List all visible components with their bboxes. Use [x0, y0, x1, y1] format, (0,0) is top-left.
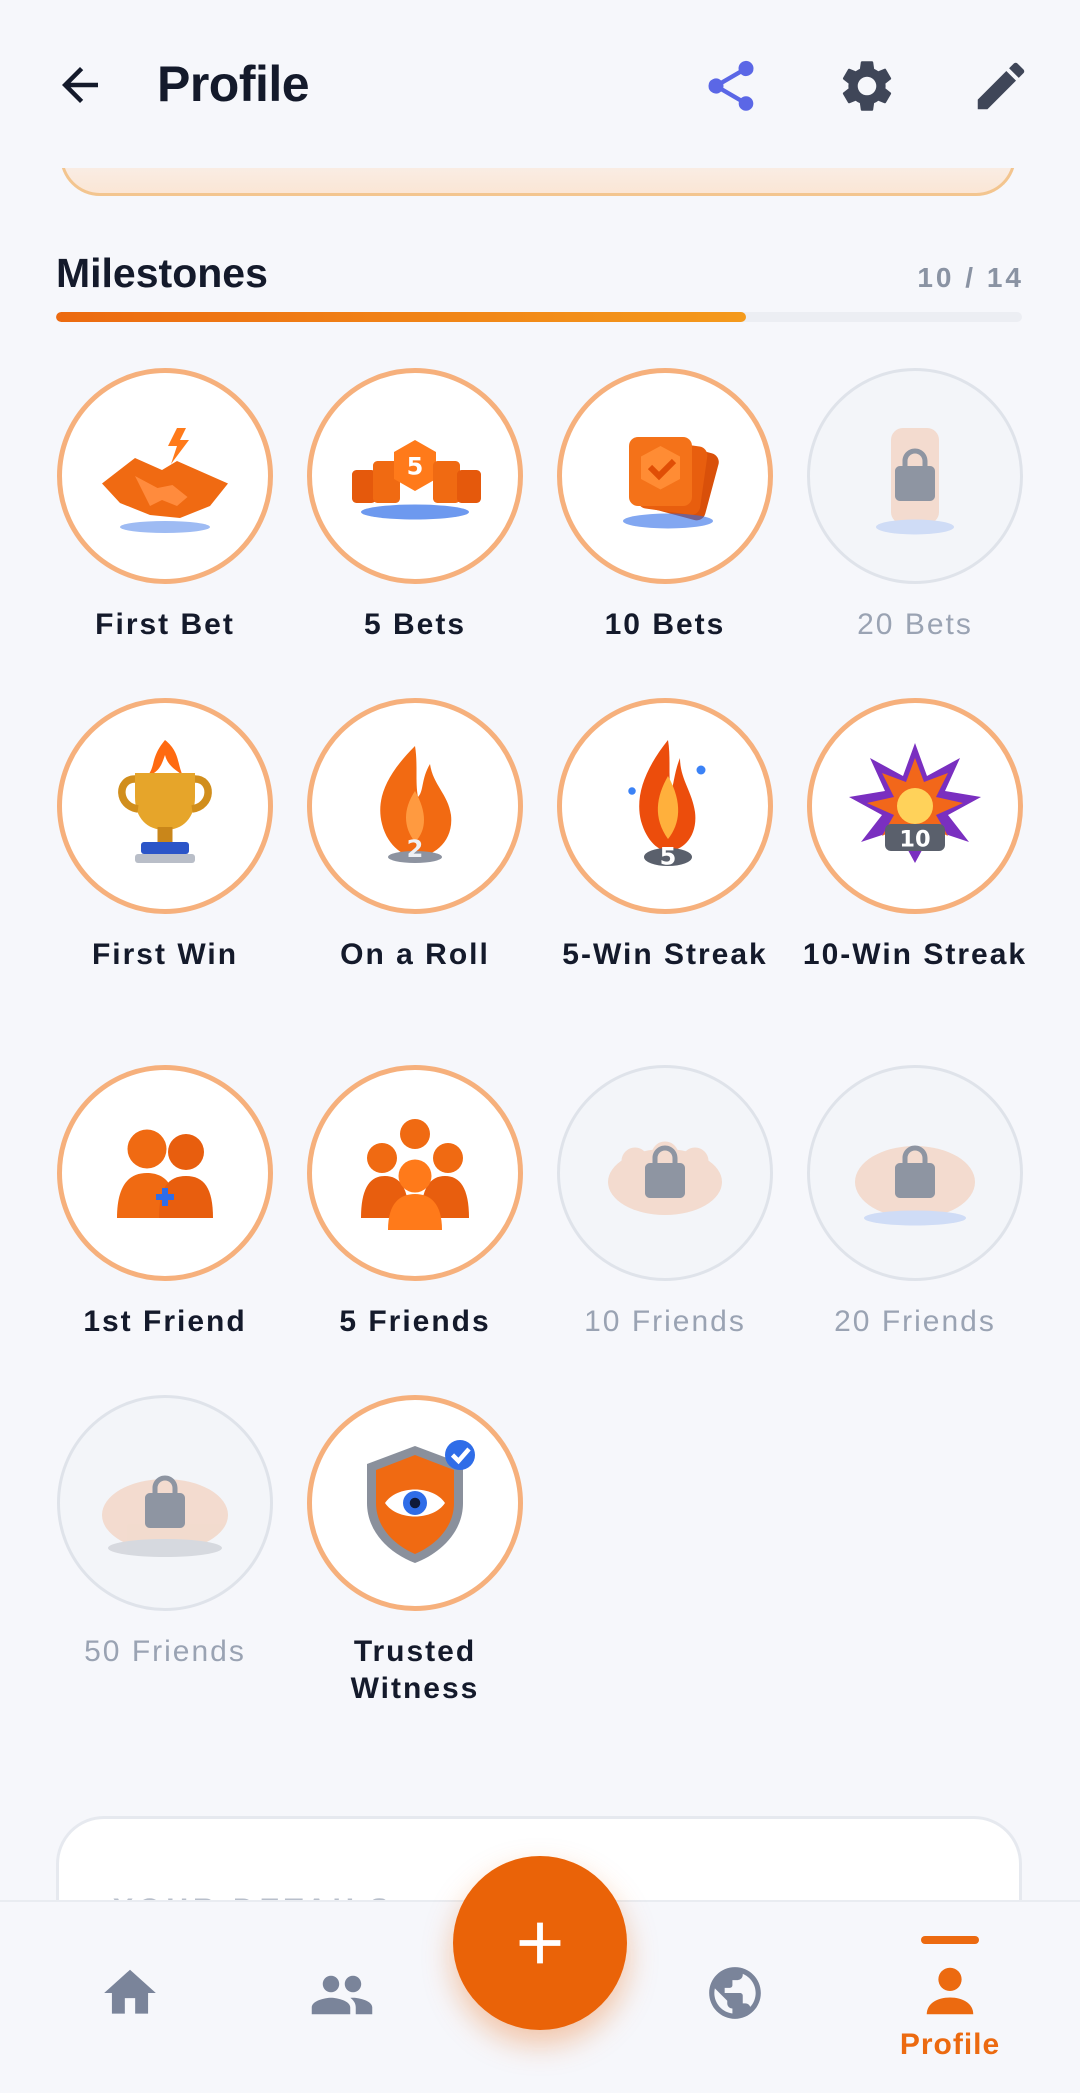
milestone-label: 5-Win Streak: [562, 938, 768, 971]
person-icon: [926, 1967, 974, 2015]
people-icon: [311, 1975, 373, 2015]
nav-home[interactable]: [90, 1962, 170, 2024]
milestones-count: 10 / 14: [917, 262, 1024, 293]
card-stack-icon: [623, 437, 719, 529]
svg-text:5: 5: [407, 453, 424, 481]
milestone-5-bets[interactable]: 5 5 Bets: [290, 368, 540, 643]
globe-icon: [709, 1967, 761, 2019]
milestone-label: First Bet: [95, 608, 235, 641]
nav-friends[interactable]: [302, 1962, 382, 2028]
milestone-label: 10 Bets: [604, 608, 726, 641]
milestone-first-win[interactable]: First Win: [40, 698, 290, 973]
milestone-label: 10 Friends: [584, 1305, 746, 1338]
lock-icon: [645, 1145, 685, 1198]
flame-5-icon: 5: [628, 740, 706, 871]
milestone-label: 20 Friends: [834, 1305, 996, 1338]
milestone-10-friends[interactable]: 10 Friends: [540, 1065, 790, 1340]
nav-profile-label: Profile: [899, 2028, 1001, 2061]
pencil-icon: [977, 62, 1025, 110]
milestone-5-win-streak[interactable]: 5 5-Win Streak: [540, 698, 790, 973]
milestone-50-friends[interactable]: 50 Friends: [40, 1395, 290, 1670]
two-friends-icon: [117, 1129, 213, 1218]
milestone-label: First Win: [91, 938, 239, 971]
milestone-20-bets[interactable]: 20 Bets: [790, 368, 1040, 643]
handshake-icon: [102, 428, 228, 533]
milestones-progress-fill: [56, 312, 746, 322]
milestone-label: Trusted Witness: [350, 1635, 480, 1705]
explosion-10-icon: 10: [849, 743, 981, 863]
trophy-icon: [118, 740, 212, 863]
milestone-label: On a Roll: [340, 938, 490, 971]
milestones-progress-bar: [56, 312, 1022, 322]
eye-shield-icon: [367, 1440, 475, 1563]
milestone-5-friends[interactable]: 5 Friends: [290, 1065, 540, 1340]
nav-explore[interactable]: [695, 1962, 775, 2024]
share-icon: [708, 60, 754, 111]
svg-text:10: 10: [899, 827, 930, 853]
lock-icon: [895, 1145, 935, 1198]
nav-profile[interactable]: Profile: [880, 1936, 1020, 2062]
share-button[interactable]: [690, 45, 772, 127]
milestone-label: 20 Bets: [857, 608, 973, 641]
milestone-on-a-roll[interactable]: 2 On a Roll: [290, 698, 540, 973]
milestone-20-friends[interactable]: 20 Friends: [790, 1065, 1040, 1340]
svg-text:5: 5: [660, 843, 677, 871]
milestone-label: 5 Friends: [339, 1305, 491, 1338]
settings-button[interactable]: [826, 45, 908, 127]
milestone-trusted-witness[interactable]: Trusted Witness: [290, 1395, 540, 1707]
app-header: Profile: [0, 0, 1080, 168]
group-five-icon: [361, 1119, 469, 1230]
add-button[interactable]: [453, 1856, 627, 2030]
milestone-first-bet[interactable]: First Bet: [40, 368, 290, 643]
edit-button[interactable]: [960, 45, 1042, 127]
page-title: Profile: [157, 56, 310, 112]
lock-icon: [145, 1475, 185, 1528]
svg-text:2: 2: [407, 835, 424, 863]
flame-2-icon: 2: [380, 746, 452, 863]
home-icon: [104, 1969, 156, 2014]
milestone-label: 1st Friend: [83, 1305, 247, 1338]
back-button[interactable]: [40, 45, 120, 125]
milestone-label: 50 Friends: [84, 1635, 246, 1668]
lock-icon: [895, 448, 935, 501]
milestones-title: Milestones: [56, 250, 268, 296]
plus-icon: [519, 1922, 561, 1964]
gear-icon: [842, 61, 892, 111]
milestone-label: 10-Win Streak: [802, 938, 1028, 971]
milestone-label: 5 Bets: [363, 608, 467, 641]
chip-stack-5-icon: 5: [352, 440, 481, 520]
arrow-left-icon: [62, 67, 98, 103]
active-tab-indicator: [921, 1936, 979, 1944]
milestone-10-bets[interactable]: 10 Bets: [540, 368, 790, 643]
milestone-1st-friend[interactable]: 1st Friend: [40, 1065, 290, 1340]
milestone-10-win-streak[interactable]: 10 10-Win Streak: [790, 698, 1040, 973]
